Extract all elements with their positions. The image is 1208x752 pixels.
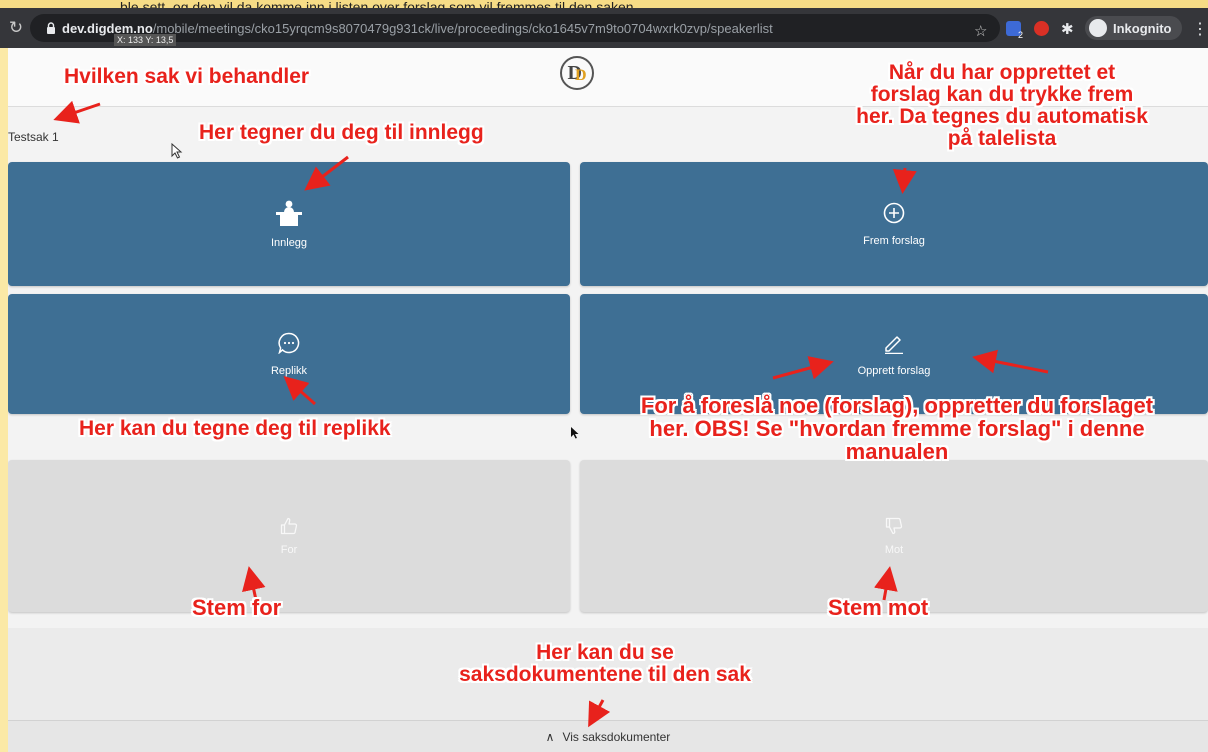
reload-icon[interactable]: ↻ <box>2 18 30 38</box>
browser-toolbar: ↻ dev.digdem.no/mobile/meetings/cko15yrq… <box>0 8 1208 48</box>
lock-icon <box>40 22 62 34</box>
annotation-innlegg: Her tegner du deg til innlegg <box>199 121 484 144</box>
vote-for-label: For <box>280 543 298 556</box>
innlegg-label: Innlegg <box>270 236 308 249</box>
vote-for-button[interactable]: For <box>8 460 570 612</box>
replikk-label: Replikk <box>270 364 308 377</box>
bookmark-star-icon[interactable]: ☆ <box>974 22 987 40</box>
thumbs-up-icon <box>280 517 298 534</box>
plus-circle-icon <box>883 202 905 223</box>
puzzle-icon[interactable]: ✱ <box>1061 20 1076 38</box>
annotation-stem-mot: Stem mot <box>828 595 929 620</box>
app-logo[interactable]: DD <box>560 56 594 90</box>
frem-forslag-label: Frem forslag <box>863 234 925 247</box>
annotation-opprett: For å foreslå noe (forslag), oppretter d… <box>590 394 1204 463</box>
coordinate-tooltip: X: 133 Y: 13,5 <box>114 34 177 46</box>
innlegg-button[interactable]: Innlegg <box>8 162 570 286</box>
incognito-badge[interactable]: Inkognito <box>1085 16 1182 40</box>
annotation-line: Her kan du se <box>536 641 674 664</box>
case-title: Testsak 1 <box>8 130 59 144</box>
annotation-line: Når du har opprettet et <box>888 61 1116 84</box>
chat-bubble-icon <box>278 332 300 354</box>
vote-mot-button[interactable]: Mot <box>580 460 1208 612</box>
url-path: /mobile/meetings/cko15yrqcm9s8070479g931… <box>152 20 773 36</box>
menu-dots-icon[interactable]: ⋮ <box>1192 19 1208 39</box>
podium-icon <box>276 200 302 226</box>
opprett-forslag-label: Opprett forslag <box>857 364 931 377</box>
annotation-stem-for: Stem for <box>192 595 282 620</box>
show-documents-toggle[interactable]: ∧ Vis saksdokumenter <box>8 720 1208 752</box>
vote-mot-label: Mot <box>884 543 904 556</box>
incognito-label: Inkognito <box>1113 20 1172 36</box>
replikk-button[interactable]: Replikk <box>8 294 570 414</box>
annotation-line: saksdokumentene til den sak <box>459 663 751 687</box>
annotation-line: på talelista <box>947 127 1057 151</box>
annotation-documents: Her kan du se saksdokumentene til den sa… <box>380 641 830 687</box>
pencil-icon <box>885 335 903 354</box>
top-strip: ble sett, og den vil da komme inn i list… <box>0 0 1208 8</box>
annotation-line: manualen <box>845 439 949 465</box>
annotation-line: her. OBS! Se "hvordan fremme forslag" i … <box>649 416 1145 442</box>
chevron-up-icon: ∧ <box>545 730 555 744</box>
annotation-line: For å foreslå noe (forslag), oppretter d… <box>640 393 1154 418</box>
extension-red-icon[interactable] <box>1034 21 1049 36</box>
annotation-frem-forslag: Når du har opprettet et forslag kan du t… <box>772 61 1208 151</box>
mouse-cursor-icon <box>571 427 579 439</box>
show-documents-label: Vis saksdokumenter <box>562 730 671 744</box>
extension-badge: 2 <box>1018 30 1024 40</box>
annotation-replikk: Her kan du tegne deg til replikk <box>79 417 391 440</box>
mouse-cursor-icon <box>171 143 183 159</box>
thumbs-down-icon <box>885 517 903 534</box>
frem-forslag-button[interactable]: Frem forslag <box>580 162 1208 286</box>
annotation-line: her. Da tegnes du automatisk <box>856 105 1148 129</box>
incognito-icon <box>1089 19 1107 37</box>
annotation-line: forslag kan du trykke frem <box>870 83 1134 107</box>
annotation-current-case: Hvilken sak vi behandler <box>64 65 310 88</box>
